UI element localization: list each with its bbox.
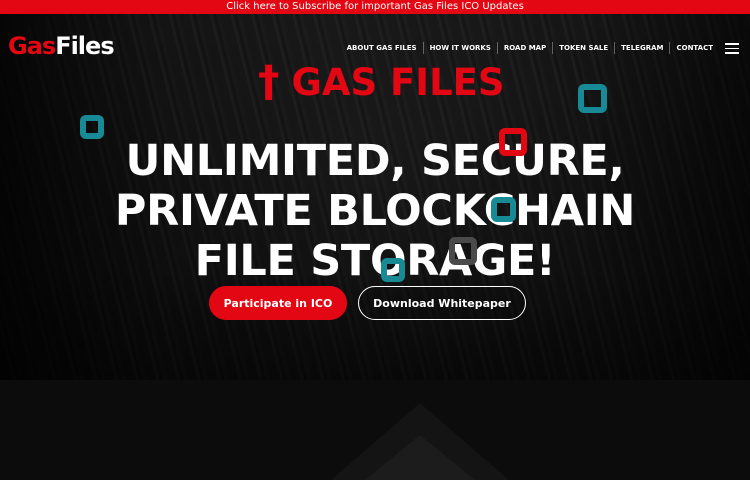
participate-in-ico-button[interactable]: Participate in ICO (209, 286, 347, 320)
square-marker-icon (578, 84, 607, 113)
square-marker-icon (381, 258, 405, 282)
menu-line-icon (725, 43, 739, 45)
gas-files-logo[interactable]: Gas Files (8, 32, 115, 60)
nav-telegram[interactable]: TELEGRAM (615, 42, 671, 54)
headline-line-3: FILE STORAGE! (194, 235, 556, 286)
headline-line-2: PRIVATE BLOCKCHAIN (114, 185, 636, 236)
nav-road-map[interactable]: ROAD MAP (498, 42, 554, 54)
headline-line-1: UNLIMITED, SECURE, (125, 135, 625, 186)
nav-how-it-works[interactable]: HOW IT WORKS (424, 42, 498, 54)
square-marker-icon (491, 197, 516, 222)
hamburger-menu-icon[interactable] (725, 43, 739, 54)
main-navigation: ABOUT GAS FILES HOW IT WORKS ROAD MAP TO… (341, 42, 713, 54)
site-header: Gas Files ABOUT GAS FILES HOW IT WORKS RO… (0, 14, 750, 78)
menu-line-icon (725, 52, 739, 54)
pyramid-inner-shape (365, 435, 475, 480)
square-marker-icon (499, 128, 527, 156)
nav-about-gas-files[interactable]: ABOUT GAS FILES (341, 42, 424, 54)
menu-line-icon (725, 47, 739, 49)
hero-actions: Participate in ICO Download Whitepaper (0, 286, 750, 320)
download-whitepaper-button[interactable]: Download Whitepaper (358, 286, 526, 320)
gas-files-home-page: Click here to Subscribe for important Ga… (0, 0, 750, 480)
square-marker-icon (449, 237, 477, 265)
subscribe-announcement-link[interactable]: Click here to Subscribe for important Ga… (0, 0, 750, 14)
nav-contact[interactable]: CONTACT (670, 42, 713, 54)
hero-headline: UNLIMITED, SECURE, PRIVATE BLOCKCHAIN FI… (0, 136, 750, 286)
logo-files-text: Files (55, 32, 114, 60)
nav-token-sale[interactable]: TOKEN SALE (553, 42, 616, 54)
square-marker-icon (80, 115, 104, 139)
logo-gas-text: Gas (8, 32, 56, 60)
lower-section (0, 380, 750, 480)
